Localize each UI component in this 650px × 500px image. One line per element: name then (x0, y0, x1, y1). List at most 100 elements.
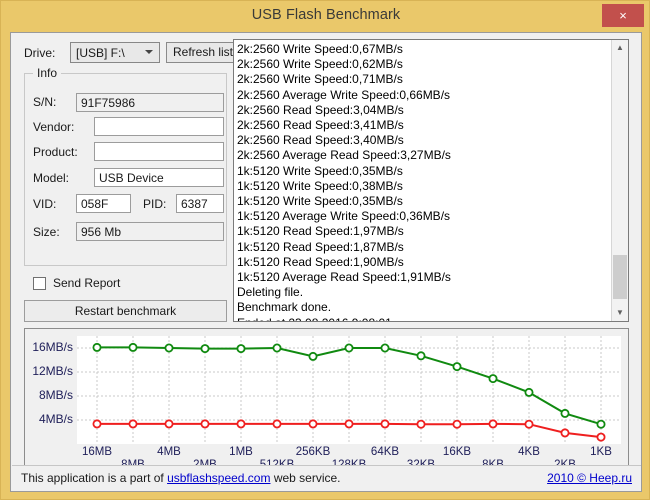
chart-xtick-label: 4KB (518, 446, 540, 458)
chart-point-read (596, 419, 606, 429)
log-line: 2k:2560 Write Speed:0,67MB/s (237, 42, 403, 56)
chart-point-read (380, 343, 390, 353)
chart-xtick-label: 1MB (229, 446, 253, 458)
send-report-checkbox[interactable] (33, 277, 46, 290)
log-line: 2k:2560 Write Speed:0,71MB/s (237, 72, 403, 87)
send-report-label: Send Report (53, 276, 121, 290)
info-field-sn: 91F75986 (76, 93, 224, 112)
chart-point-write (200, 419, 210, 429)
chart-point-write (416, 419, 426, 429)
log-line: 2k:2560 Write Speed:0,62MB/s (237, 57, 403, 72)
info-label-size: Size: (33, 225, 60, 239)
info-label-product: Product: (33, 145, 78, 159)
chart-plot-area (77, 336, 621, 444)
log-line: 1k:5120 Read Speed:1,87MB/s (237, 239, 404, 254)
restart-benchmark-button[interactable]: Restart benchmark (24, 300, 227, 322)
log-line: 1k:5120 Read Speed:1,97MB/s (237, 224, 404, 239)
copyright-link-wrap[interactable]: 2010 © Heep.ru (547, 471, 632, 485)
info-value-vid: 058F (81, 197, 109, 211)
statusbar: This application is a part of usbflashsp… (12, 465, 641, 490)
chart-point-write (524, 419, 534, 429)
heep-link[interactable]: 2010 © Heep.ru (547, 471, 632, 485)
chart-ytick-label: 12MB/s (32, 364, 73, 378)
info-value-pid: 6387 (181, 197, 208, 211)
chart-point-write (92, 419, 102, 429)
log-line: 1k:5120 Average Write Speed:0,36MB/s (237, 209, 451, 224)
info-value-sn: 91F75986 (81, 96, 136, 110)
info-field-vid[interactable]: 058F (76, 194, 131, 213)
log-lines: 2k:2560 Write Speed:0,67MB/s 2k:2560 Writ… (237, 42, 607, 321)
chart-point-read (128, 342, 138, 352)
chart-xtick-label: 16MB (81, 446, 113, 458)
drive-label: Drive: (24, 46, 56, 60)
log-line: 2k:2560 Read Speed:3,41MB/s (237, 118, 404, 133)
chart-svg (77, 336, 621, 444)
log-line: Benchmark done. (237, 300, 332, 315)
chart-point-write (164, 419, 174, 429)
info-field-pid[interactable]: 6387 (176, 194, 224, 213)
log-line: 2k:2560 Read Speed:3,04MB/s (237, 102, 404, 117)
benchmark-chart-panel: 4MB/s8MB/s12MB/s16MB/s 16MB8MB4MB2MB1MB5… (24, 328, 629, 480)
drive-select[interactable]: [USB] F:\ (70, 42, 160, 63)
info-value-size: 956 Mb (81, 225, 122, 239)
chart-point-read (452, 362, 462, 372)
chart-point-write (236, 419, 246, 429)
window-title: USB Flash Benchmark (251, 7, 401, 23)
chart-xtick-label: 16KB (442, 446, 472, 458)
usbflashspeed-link[interactable]: usbflashspeed.com (167, 471, 270, 485)
chart-point-read (92, 342, 102, 352)
app-window: USB Flash Benchmark × Drive: [USB] F:\ R… (0, 0, 650, 500)
scroll-down-icon[interactable]: ▼ (612, 305, 628, 321)
chart-point-write (560, 428, 570, 438)
chart-point-read (236, 344, 246, 354)
chart-xtick-label: 1KB (590, 446, 612, 458)
chart-point-read (272, 343, 282, 353)
log-line: 2k:2560 Read Speed:3,40MB/s (237, 133, 404, 148)
drive-select-value: [USB] F:\ (76, 46, 125, 60)
log-line: Ended at 23.08.2016 9:08:01 (237, 316, 607, 321)
chart-point-read (200, 344, 210, 354)
chart-ytick-label: 16MB/s (32, 340, 73, 354)
log-line: 1k:5120 Write Speed:0,35MB/s (237, 163, 403, 178)
refresh-list-button[interactable]: Refresh list (166, 42, 240, 63)
log-textarea[interactable]: 2k:2560 Write Speed:0,67MB/s 2k:2560 Writ… (233, 39, 629, 322)
chart-xtick-label: 64KB (370, 446, 400, 458)
chart-point-read (560, 408, 570, 418)
log-line: 1k:5120 Write Speed:0,38MB/s (237, 178, 403, 193)
log-line: 1k:5120 Average Read Speed:1,91MB/s (237, 270, 451, 285)
chart-point-write (344, 419, 354, 429)
chart-point-read (524, 387, 534, 397)
chart-point-read (416, 351, 426, 361)
info-label-pid: PID: (143, 197, 167, 211)
chart-point-write (272, 419, 282, 429)
chart-point-read (164, 343, 174, 353)
log-scrollbar[interactable]: ▲ ▼ (611, 40, 628, 321)
chart-xtick-label: 256KB (295, 446, 331, 458)
chart-point-write (380, 419, 390, 429)
log-line: 1k:5120 Write Speed:0,35MB/s (237, 194, 403, 209)
info-field-product[interactable] (94, 142, 224, 161)
titlebar[interactable]: USB Flash Benchmark × (1, 1, 649, 33)
chevron-down-icon (145, 50, 153, 54)
chart-xtick-label: 4MB (157, 446, 181, 458)
chart-point-write (128, 419, 138, 429)
close-button[interactable]: × (602, 4, 644, 27)
info-group-legend: Info (33, 66, 62, 80)
chart-point-read (344, 343, 354, 353)
chart-point-write (488, 419, 498, 429)
log-line: 2k:2560 Average Read Speed:3,27MB/s (237, 148, 451, 163)
info-field-vendor[interactable] (94, 117, 224, 136)
info-field-model[interactable]: USB Device (94, 168, 224, 187)
status-text: This application is a part of usbflashsp… (21, 471, 341, 485)
chart-point-read (488, 374, 498, 384)
chart-point-write (452, 419, 462, 429)
info-value-model: USB Device (99, 171, 164, 185)
status-text-before: This application is a part of (21, 471, 168, 485)
log-line: 2k:2560 Average Write Speed:0,66MB/s (237, 87, 451, 102)
chart-point-write (308, 419, 318, 429)
scroll-up-icon[interactable]: ▲ (612, 40, 628, 56)
chart-ytick-label: 8MB/s (38, 388, 73, 402)
chart-ytick-label: 4MB/s (38, 412, 73, 426)
scrollbar-thumb[interactable] (613, 255, 627, 299)
info-label-model: Model: (33, 171, 70, 185)
